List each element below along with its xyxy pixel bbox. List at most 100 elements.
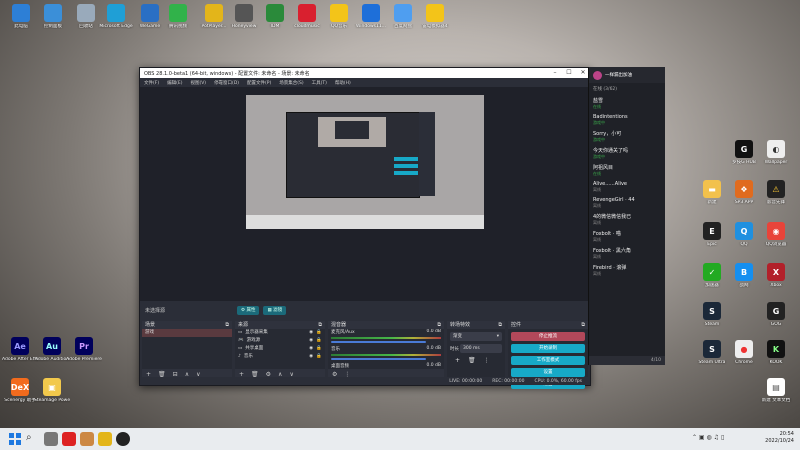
desktop-icon[interactable]: E Epic xyxy=(694,222,730,247)
friend-item[interactable]: Foxbolt · 黑六角 离线 xyxy=(589,245,665,262)
properties-button[interactable]: ⚙ 属性 xyxy=(237,305,260,315)
friend-item[interactable]: Foxbolt · 喵离线 xyxy=(589,228,665,245)
lock-icon[interactable]: 🔒 xyxy=(316,337,322,345)
source-item[interactable]: ▭ 显示器采集 ◉ 🔒 xyxy=(235,329,325,337)
app-icon xyxy=(235,4,253,22)
preview-canvas[interactable] xyxy=(246,95,484,229)
app-icon xyxy=(362,4,380,22)
source-item[interactable]: 🎮 游戏源 ◉ 🔒 xyxy=(235,337,325,345)
source-item[interactable]: ♪ 音乐 ◉ 🔒 xyxy=(235,353,325,361)
duration-input[interactable]: 300 ms xyxy=(460,344,502,353)
volume-slider[interactable] xyxy=(331,358,426,360)
desktop-icon[interactable]: ▬ 新建 xyxy=(694,180,730,205)
desktop-icon[interactable]: Q QQ xyxy=(726,222,762,247)
desktop-icon[interactable]: S Steam Ultra xyxy=(694,340,730,365)
desktop-icon[interactable]: QQ音乐 xyxy=(321,4,357,29)
desktop-icon[interactable]: 雷电模拟器4 xyxy=(417,4,453,29)
desktop-icon[interactable]: G 罗技G HUB xyxy=(726,140,762,165)
source-item[interactable]: ▭ 共享桌面 ◉ 🔒 xyxy=(235,345,325,353)
lock-icon[interactable]: 🔒 xyxy=(316,345,322,353)
eye-icon[interactable]: ◉ xyxy=(309,329,313,337)
app-taskbar-icon-2[interactable] xyxy=(116,432,130,446)
dock-float-icon[interactable]: ⧉ xyxy=(318,321,322,329)
desktop-icon[interactable]: cloudmusic xyxy=(289,4,325,29)
friend-item[interactable]: Sorry，小可 游戏中 xyxy=(589,128,665,145)
eye-icon[interactable]: ◉ xyxy=(309,337,313,345)
desktop-icon[interactable]: ❖ SP3 APP xyxy=(726,180,762,205)
lock-icon[interactable]: 🔒 xyxy=(316,353,322,361)
desktop-icon[interactable]: ▤ 新建 文本文档 xyxy=(758,378,794,403)
friend-status: 离线 xyxy=(593,271,601,276)
menu-item-1[interactable]: 编辑(E) xyxy=(167,80,182,86)
lock-icon[interactable]: 🔒 xyxy=(316,329,322,337)
menu-item-2[interactable]: 视图(V) xyxy=(190,80,206,86)
control-button-2[interactable]: 工作室模式 xyxy=(511,356,585,365)
scene-item[interactable]: 游戏 xyxy=(142,329,232,337)
friend-item[interactable]: Firebird · 滚弹 离线 xyxy=(589,262,665,279)
control-button-1[interactable]: 开始录制 xyxy=(511,344,585,353)
desktop-icon[interactable]: ✓ 加速器 xyxy=(694,263,730,288)
more-options-icon[interactable]: ⋮ xyxy=(484,357,490,364)
menu-item-6[interactable]: 工具(T) xyxy=(312,80,327,86)
menu-item-3[interactable]: 停靠窗口(D) xyxy=(214,80,239,86)
menu-item-4[interactable]: 配置文件(P) xyxy=(247,80,271,86)
menu-item-7[interactable]: 帮助(H) xyxy=(335,80,351,86)
windows-start-icon[interactable] xyxy=(8,432,22,446)
desktop-icon-label: Adobe Premiere xyxy=(66,357,102,362)
desktop-icon[interactable]: ◉ QQ浏览器 xyxy=(758,222,794,247)
dock-float-icon[interactable]: ⧉ xyxy=(498,321,502,329)
eye-icon[interactable]: ◉ xyxy=(309,345,313,353)
friend-item[interactable]: 阿祖风目 在线 xyxy=(589,162,665,179)
transition-select[interactable]: 渐变 ▾ xyxy=(450,332,502,341)
desktop-icon[interactable]: K KOOK xyxy=(758,340,794,365)
minimize-icon[interactable]: – xyxy=(548,68,562,78)
desktop-icon[interactable]: Pr Adobe Premiere xyxy=(66,337,102,362)
clock[interactable]: 20:54 2022/10/24 xyxy=(765,431,794,445)
desktop-icon[interactable]: 百度网盘 xyxy=(385,4,421,29)
desktop-icon[interactable]: ⚠ 影音先锋 xyxy=(758,180,794,205)
desktop-icon[interactable]: S Steam xyxy=(694,302,730,327)
desktop-icon-label: Chrome xyxy=(735,360,753,365)
eye-icon[interactable]: ◉ xyxy=(309,353,313,361)
desktop-icon[interactable]: Microsoft Edge xyxy=(98,4,134,29)
obs-taskbar-icon[interactable] xyxy=(62,432,76,446)
friend-item[interactable]: 4的微信微信我已 离线 xyxy=(589,211,665,228)
volume-slider[interactable] xyxy=(331,341,426,343)
desktop-icon[interactable]: ▣ Steamage Power 助手 xyxy=(34,378,70,403)
add-transition-icon[interactable]: + xyxy=(455,357,460,364)
desktop-icon[interactable]: Ae Adobe After Effects 2021 xyxy=(2,337,38,362)
control-button-3[interactable]: 设置 xyxy=(511,368,585,377)
desktop-icon[interactable]: ◐ Wallpaper xyxy=(758,140,794,165)
tray-icons[interactable]: ⌃ ▣ ◍ ♫ ▯ xyxy=(692,434,752,444)
dock-float-icon[interactable]: ⧉ xyxy=(437,321,441,329)
dock-float-icon[interactable]: ⧉ xyxy=(581,321,585,329)
menu-item-5[interactable]: 场景集合(S) xyxy=(279,80,303,86)
friend-item[interactable]: 盐雪 在线 xyxy=(589,95,665,112)
desktop-icon[interactable]: Au Adobe Audition xyxy=(34,337,70,362)
folder-taskbar-icon[interactable] xyxy=(98,432,112,446)
desktop-icon[interactable]: 此电脑 xyxy=(3,4,39,29)
search-icon[interactable]: ⌕ xyxy=(26,432,40,446)
desktop-icon[interactable]: 控制面板 xyxy=(35,4,71,29)
app-taskbar-icon[interactable] xyxy=(80,432,94,446)
friends-footer: 4/10 xyxy=(589,356,665,365)
filters-button[interactable]: ▦ 滤镜 xyxy=(263,305,287,315)
task-view-icon[interactable] xyxy=(44,432,58,446)
maximize-icon[interactable]: ☐ xyxy=(562,68,576,78)
desktop-icon[interactable]: 腾讯视频 xyxy=(160,4,196,29)
control-button-0[interactable]: 停止推流 xyxy=(511,332,585,341)
desktop-icon[interactable]: X Xbox xyxy=(758,263,794,288)
desktop-icon[interactable]: DeX Scenergy 助手 xyxy=(2,378,38,403)
desktop-icon[interactable]: IDM xyxy=(257,4,293,29)
menu-item-0[interactable]: 文件(F) xyxy=(144,80,159,86)
desktop-icon[interactable]: B 战网 xyxy=(726,263,762,288)
desktop-icon[interactable]: Windows11... xyxy=(353,4,389,29)
desktop-icon[interactable]: G GOG xyxy=(758,302,794,327)
remove-transition-icon[interactable]: 🗑 xyxy=(468,357,476,364)
friend-item[interactable]: 今天你通关了吗 游戏中 xyxy=(589,145,665,162)
friend-item[interactable]: Alive......Alive 离线 xyxy=(589,179,665,195)
friend-item[interactable]: RevengeGirl · 44 离线 xyxy=(589,195,665,211)
dock-float-icon[interactable]: ⧉ xyxy=(225,321,229,329)
friend-item[interactable]: Badintentions 游戏中 xyxy=(589,112,665,128)
desktop-icon[interactable]: ● Chrome xyxy=(726,340,762,365)
